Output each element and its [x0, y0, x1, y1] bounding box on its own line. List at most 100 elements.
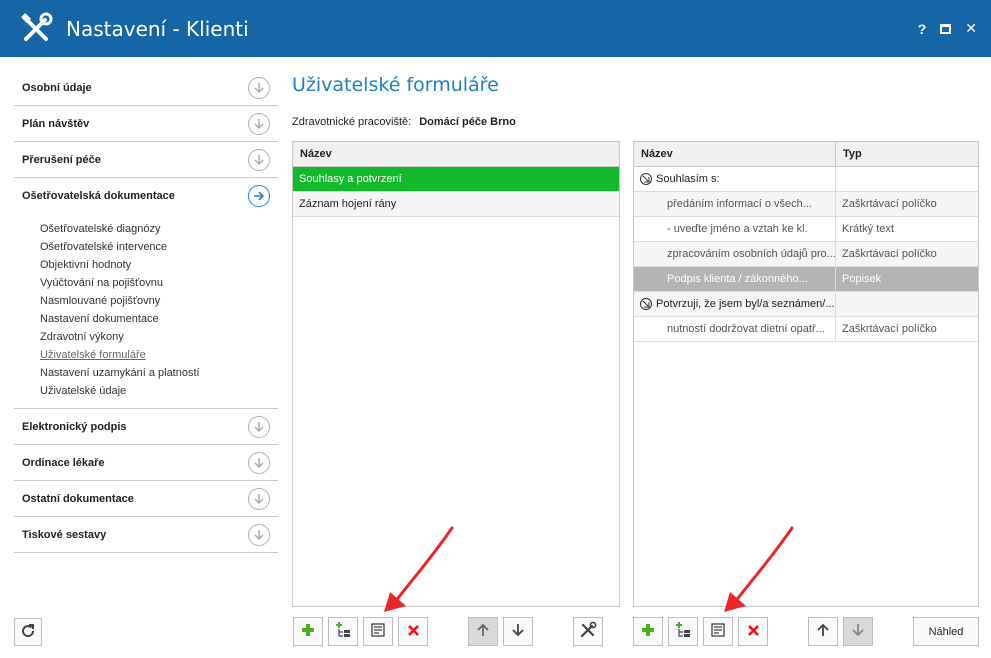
item-type: Zaškrtávací políčko: [842, 248, 937, 260]
item-type: [836, 292, 978, 316]
add-tree-icon: [334, 622, 352, 641]
delete-form-button[interactable]: [398, 617, 428, 646]
form-settings-button[interactable]: [573, 617, 603, 646]
edit-document-icon: [711, 623, 725, 640]
form-name: Souhlasy a potvrzení: [299, 173, 402, 185]
forms-list: Název Souhlasy a potvrzení Záznam hojení…: [292, 141, 620, 607]
item-type: [836, 167, 978, 191]
move-form-up-button[interactable]: [468, 617, 498, 646]
delete-icon: [407, 624, 420, 640]
sidebar-item-user-forms[interactable]: Uživatelské formuláře: [40, 346, 278, 364]
table-row[interactable]: zpracováním osobních údajů pro... Zaškrt…: [634, 242, 978, 267]
title-bar: Nastavení - Klienti ? ✕: [0, 0, 991, 57]
items-header-type: Typ: [843, 148, 862, 160]
sidebar-item-health-procedures[interactable]: Zdravotní výkony: [40, 328, 278, 346]
plus-icon: [641, 623, 655, 640]
sidebar-section-other-docs[interactable]: Ostatní dokumentace: [14, 481, 278, 517]
help-button[interactable]: ?: [918, 21, 927, 37]
sidebar-section-care-interruption[interactable]: Přerušení péče: [14, 142, 278, 178]
sidebar-item-insurers[interactable]: Nasmlouvané pojišťovny: [40, 292, 278, 310]
sidebar-section-label: Plán návštěv: [22, 117, 90, 130]
tools-icon: [16, 9, 56, 49]
sidebar-subitems: Ošetřovatelské diagnózy Ošetřovatelské i…: [14, 214, 278, 409]
sidebar-section-visit-plan[interactable]: Plán návštěv: [14, 106, 278, 142]
sidebar-section-label: Ostatní dokumentace: [22, 492, 134, 505]
sidebar-section-label: Osobní údaje: [22, 81, 92, 94]
item-name: Potvrzuji, že jsem byl/a seznámen/...: [656, 298, 835, 310]
table-row[interactable]: Záznam hojení rány: [293, 192, 619, 217]
arrow-down-icon: [248, 451, 270, 474]
arrow-down-icon: [851, 623, 865, 640]
sidebar-section-label: Ordinace lékaře: [22, 456, 105, 469]
table-row[interactable]: Souhlasy a potvrzení: [293, 167, 619, 192]
forms-header: Název: [293, 142, 619, 167]
tools-icon: [579, 621, 597, 642]
table-row[interactable]: předáním informací o všech... Zaškrtávac…: [634, 192, 978, 217]
arrow-up-icon: [476, 623, 490, 640]
table-row[interactable]: Souhlasím s:: [634, 167, 978, 192]
add-item-button[interactable]: [633, 617, 663, 646]
arrow-right-icon: [248, 185, 270, 207]
arrow-down-icon: [248, 415, 270, 438]
item-name: - uveďte jméno a vztah ke kl.: [634, 217, 836, 241]
edit-form-button[interactable]: [363, 617, 393, 646]
move-item-up-button[interactable]: [808, 617, 838, 646]
items-header-name: Název: [634, 142, 836, 166]
arrow-down-icon: [248, 523, 270, 546]
window-title: Nastavení - Klienti: [66, 16, 249, 41]
add-form-button[interactable]: [293, 617, 323, 646]
refresh-icon: [20, 623, 36, 642]
arrow-up-icon: [816, 623, 830, 640]
item-name: Souhlasím s:: [656, 173, 720, 185]
table-row[interactable]: - uveďte jméno a vztah ke kl. Krátký tex…: [634, 217, 978, 242]
forms-header-name: Název: [300, 148, 332, 160]
sidebar-item-user-data[interactable]: Uživatelské údaje: [40, 382, 278, 400]
table-row[interactable]: nutností dodržovat dietní opatř... Zaškr…: [634, 317, 978, 342]
collapse-icon[interactable]: [640, 298, 652, 310]
sidebar-section-label: Ošetřovatelská dokumentace: [22, 190, 175, 202]
sidebar-section-personal[interactable]: Osobní údaje: [14, 70, 278, 106]
add-subform-button[interactable]: [328, 617, 358, 646]
sidebar-item-diagnoses[interactable]: Ošetřovatelské diagnózy: [40, 220, 278, 238]
sidebar-section-nursing-docs[interactable]: Ošetřovatelská dokumentace: [14, 178, 278, 214]
close-button[interactable]: ✕: [965, 20, 977, 37]
sidebar: Osobní údaje Plán návštěv Přerušení péče…: [14, 70, 278, 553]
add-tree-icon: [674, 622, 692, 641]
workplace-info: Zdravotnické pracoviště: Domácí péče Brno: [292, 116, 516, 128]
table-row[interactable]: Potvrzuji, že jsem byl/a seznámen/...: [634, 292, 978, 317]
item-type: Zaškrtávací políčko: [842, 323, 937, 335]
sidebar-section-print-reports[interactable]: Tiskové sestavy: [14, 517, 278, 553]
item-type: Popisek: [842, 273, 882, 285]
sidebar-section-label: Elektronický podpis: [22, 420, 127, 433]
sidebar-section-label: Přerušení péče: [22, 153, 101, 166]
items-header: Název Typ: [634, 142, 978, 167]
plus-icon: [301, 623, 315, 640]
preview-button[interactable]: Náhled: [913, 617, 979, 646]
move-form-down-button[interactable]: [503, 617, 533, 646]
arrow-down-icon: [248, 487, 270, 510]
move-item-down-button[interactable]: [843, 617, 873, 646]
refresh-button[interactable]: [14, 618, 42, 646]
sidebar-section-doctor-office[interactable]: Ordinace lékaře: [14, 445, 278, 481]
form-name: Záznam hojení rány: [299, 198, 397, 210]
workplace-value: Domácí péče Brno: [419, 116, 516, 128]
collapse-icon[interactable]: [640, 173, 652, 185]
workplace-label: Zdravotnické pracoviště:: [292, 116, 412, 128]
sidebar-item-doc-settings[interactable]: Nastavení dokumentace: [40, 310, 278, 328]
item-name: nutností dodržovat dietní opatř...: [634, 317, 836, 341]
sidebar-item-locking[interactable]: Nastavení uzamykání a platností: [40, 364, 278, 382]
item-name: Podpis klienta / zákonného...: [634, 267, 836, 291]
table-row[interactable]: Podpis klienta / zákonného... Popisek: [634, 267, 978, 292]
delete-item-button[interactable]: [738, 617, 768, 646]
sidebar-item-objective-values[interactable]: Objektivní hodnoty: [40, 256, 278, 274]
sidebar-item-billing[interactable]: Vyúčtování na pojišťovnu: [40, 274, 278, 292]
sidebar-section-label: Tiskové sestavy: [22, 528, 107, 541]
edit-item-button[interactable]: [703, 617, 733, 646]
sidebar-item-interventions[interactable]: Ošetřovatelské intervence: [40, 238, 278, 256]
page-title: Uživatelské formuláře: [292, 74, 499, 96]
maximize-button[interactable]: [940, 23, 952, 34]
arrow-down-icon: [248, 76, 270, 99]
sidebar-section-e-signature[interactable]: Elektronický podpis: [14, 409, 278, 445]
add-subitem-button[interactable]: [668, 617, 698, 646]
arrow-down-icon: [248, 148, 270, 171]
